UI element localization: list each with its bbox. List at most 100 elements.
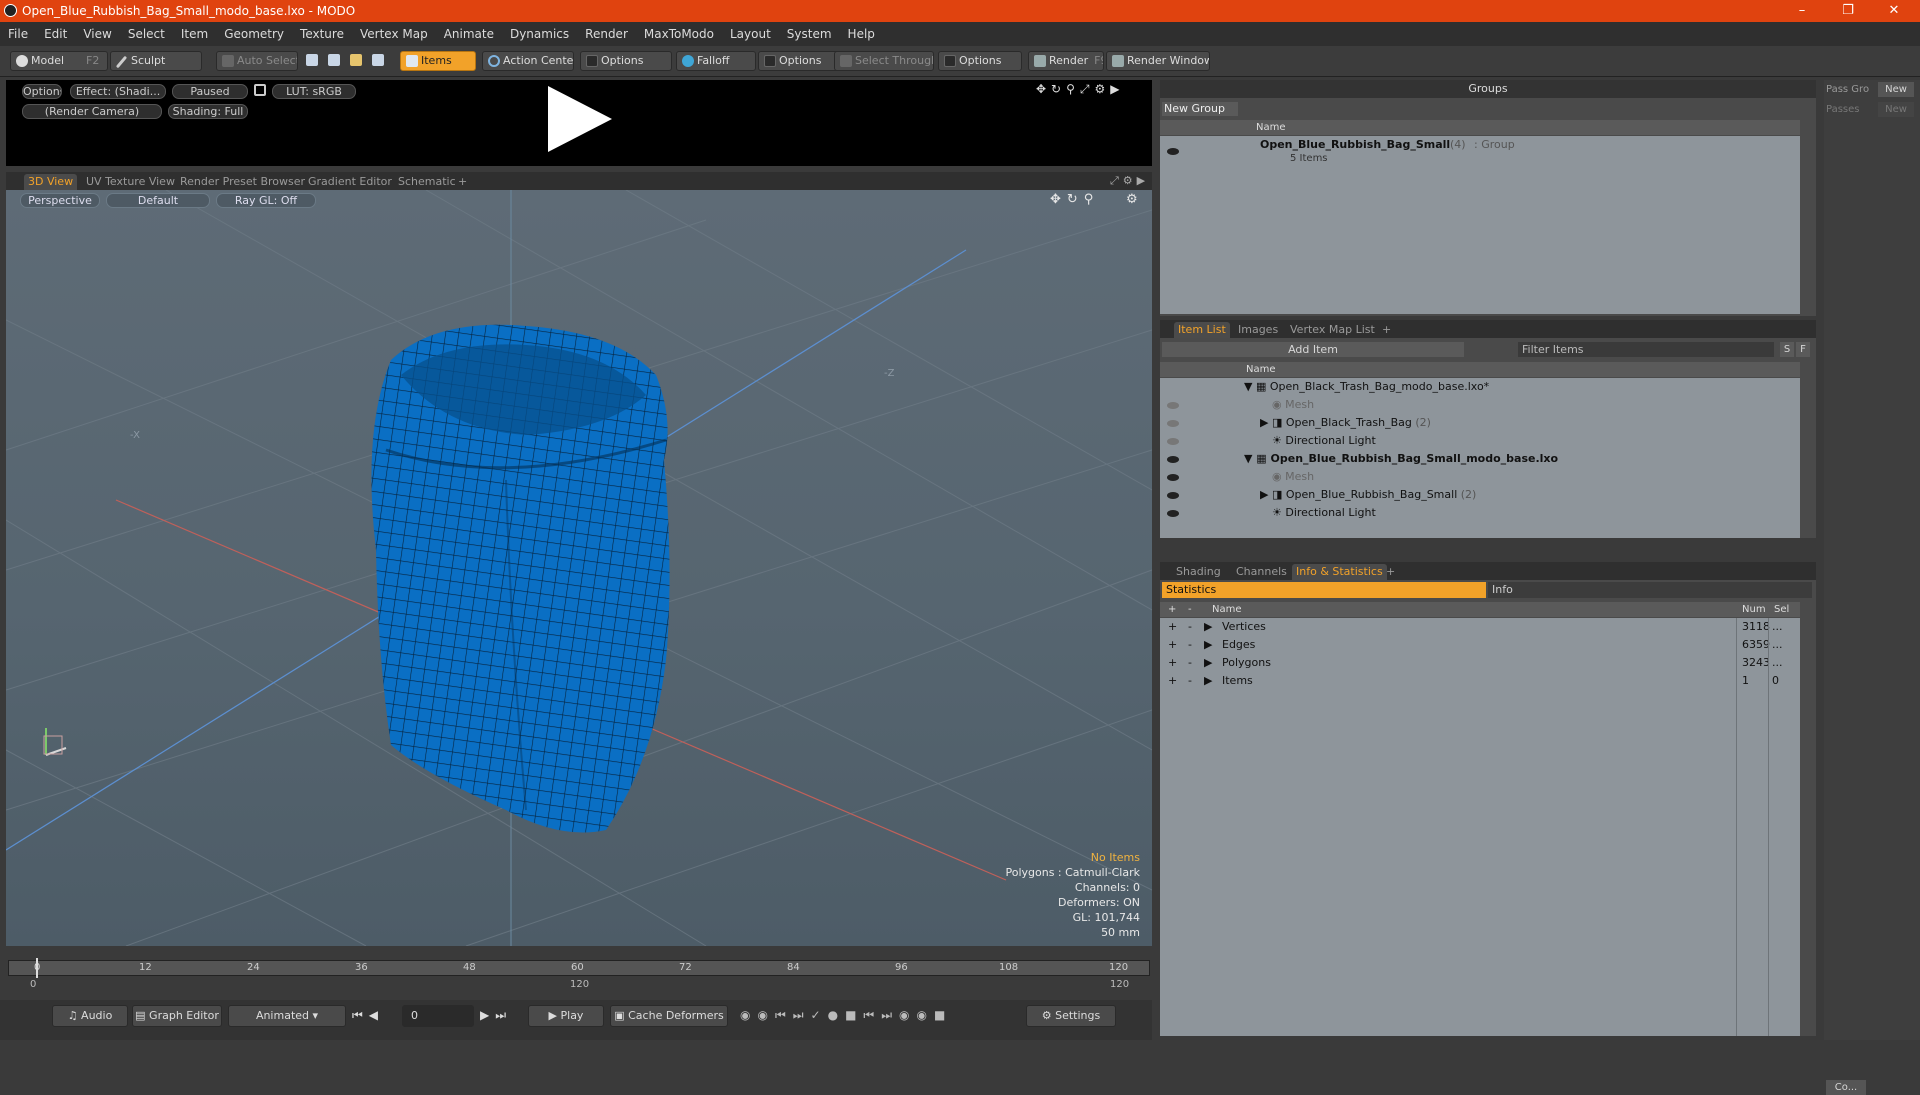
stats-row-polygons[interactable]: + - ▶ Polygons 3243... xyxy=(1160,654,1800,672)
visibility-eye-icon[interactable] xyxy=(1166,436,1180,446)
viewport-settings-icon[interactable]: ⚙ xyxy=(1126,192,1138,207)
menu-texture[interactable]: Texture xyxy=(292,22,352,46)
expand-arrow-icon[interactable]: ▶ xyxy=(1204,618,1212,636)
restore-icon[interactable]: ❐ xyxy=(1826,0,1870,22)
tab-info-statistics[interactable]: Info & Statistics xyxy=(1292,564,1387,580)
frame-back-controls[interactable]: ⏮◀ xyxy=(352,1008,384,1023)
play-icon[interactable] xyxy=(548,86,612,152)
menu-animate[interactable]: Animate xyxy=(436,22,502,46)
sculpt-mode-button[interactable]: Sculpt xyxy=(110,51,202,71)
expand-arrow-icon[interactable]: ▶ xyxy=(1204,654,1212,672)
expand-arrow-icon[interactable]: ▶ xyxy=(1204,636,1212,654)
preview-view-controls[interactable]: ✥↻⚲⤢⚙▶ xyxy=(1036,82,1140,96)
tree-row-light-black[interactable]: ☀ Directional Light xyxy=(1272,432,1376,450)
play-button[interactable]: ▶ Play xyxy=(528,1005,604,1027)
menu-layout[interactable]: Layout xyxy=(722,22,779,46)
tree-row-mesh-blue[interactable]: ◉ Mesh xyxy=(1272,468,1314,486)
menu-dynamics[interactable]: Dynamics xyxy=(502,22,577,46)
settings-button[interactable]: ⚙ Settings xyxy=(1026,1005,1116,1027)
visibility-eye-icon[interactable] xyxy=(1166,146,1180,156)
3d-viewport[interactable]: Perspective Default Ray GL: Off ✥↻⚲ ⚙ -X… xyxy=(6,190,1152,946)
tree-row-group-blue[interactable]: ▶ ◨ Open_Blue_Rubbish_Bag_Small (2) xyxy=(1260,486,1476,504)
add-tab-button[interactable]: + xyxy=(1382,564,1399,580)
render-button[interactable]: RenderF9 xyxy=(1028,51,1104,71)
action-center-button[interactable]: Action Center xyxy=(482,51,574,71)
s-toggle[interactable]: S xyxy=(1780,342,1794,357)
auto-select-button[interactable]: Auto Select xyxy=(216,51,298,71)
info-tab[interactable]: Info xyxy=(1488,582,1812,598)
menu-select[interactable]: Select xyxy=(120,22,173,46)
new-group-button[interactable]: New Group xyxy=(1162,102,1238,116)
tab-images[interactable]: Images xyxy=(1234,322,1282,338)
new-pass-button[interactable]: New xyxy=(1878,102,1914,117)
animation-key-controls[interactable]: ◉◉⏮⏭✓●■⏮⏭◉◉■ xyxy=(740,1008,952,1023)
preview-options-button[interactable]: Options xyxy=(22,84,62,99)
visibility-eye-icon[interactable] xyxy=(1166,472,1180,482)
range-mid[interactable]: 120 xyxy=(570,979,589,990)
range-start[interactable]: 0 xyxy=(30,979,36,990)
filter-items-input[interactable]: Filter Items xyxy=(1518,342,1774,357)
range-end[interactable]: 120 xyxy=(1110,979,1129,990)
group-item-name[interactable]: Open_Blue_Rubbish_Bag_Small xyxy=(1260,136,1450,154)
stats-row-edges[interactable]: + - ▶ Edges 6359... xyxy=(1160,636,1800,654)
tree-row-scene-black[interactable]: ▼ ▦ Open_Black_Trash_Bag_modo_base.lxo* xyxy=(1244,378,1489,396)
timeline[interactable]: 0 12 24 36 48 60 72 84 96 108 120 0 120 … xyxy=(6,952,1152,992)
select-through-button[interactable]: Select Through xyxy=(834,51,934,71)
menu-item[interactable]: Item xyxy=(173,22,216,46)
tree-row-mesh-black[interactable]: ◉ Mesh xyxy=(1272,396,1314,414)
default-style-dropdown[interactable]: Default xyxy=(106,193,210,208)
viewport-nav-controls[interactable]: ✥↻⚲ xyxy=(1050,192,1099,207)
cache-deformers-button[interactable]: ▣ Cache Deformers xyxy=(610,1005,728,1027)
visibility-eye-icon[interactable] xyxy=(1166,454,1180,464)
visibility-eye-icon[interactable] xyxy=(1166,508,1180,518)
vertices-mode-icon[interactable] xyxy=(306,54,318,66)
minimize-icon[interactable]: – xyxy=(1780,0,1824,22)
new-pass-group-button[interactable]: New xyxy=(1878,82,1914,97)
visibility-eye-icon[interactable] xyxy=(1166,490,1180,500)
menu-edit[interactable]: Edit xyxy=(36,22,75,46)
raygl-toggle[interactable]: Ray GL: Off xyxy=(216,193,316,208)
rubbish-bag-mesh[interactable] xyxy=(371,324,670,833)
tree-row-scene-blue[interactable]: ▼ ▦ Open_Blue_Rubbish_Bag_Small_modo_bas… xyxy=(1244,450,1558,468)
tab-uv-texture-view[interactable]: UV Texture View xyxy=(82,174,179,190)
menu-vertex-map[interactable]: Vertex Map xyxy=(352,22,436,46)
materials-mode-icon[interactable] xyxy=(372,54,384,66)
tab-render-preset-browser[interactable]: Render Preset Browser xyxy=(176,174,309,190)
tab-vertex-map-list[interactable]: Vertex Map List xyxy=(1286,322,1379,338)
command-field[interactable]: Co... xyxy=(1826,1080,1866,1095)
edges-mode-icon[interactable] xyxy=(328,54,340,66)
tab-3d-view[interactable]: 3D View xyxy=(24,174,78,190)
tab-shading[interactable]: Shading xyxy=(1172,564,1225,580)
animated-dropdown[interactable]: Animated ▾ xyxy=(228,1005,346,1027)
tab-gradient-editor[interactable]: Gradient Editor xyxy=(304,174,396,190)
close-icon[interactable]: ✕ xyxy=(1872,0,1916,22)
perspective-dropdown[interactable]: Perspective xyxy=(20,193,100,208)
audio-button[interactable]: ♫ Audio xyxy=(52,1005,128,1027)
falloff-button[interactable]: Falloff xyxy=(676,51,756,71)
shading-dropdown[interactable]: Shading: Full xyxy=(168,104,248,119)
effect-dropdown[interactable]: Effect: (Shadi... xyxy=(70,84,166,99)
menu-maxtomodo[interactable]: MaxToModo xyxy=(636,22,722,46)
frame-field[interactable]: 0 xyxy=(402,1005,474,1027)
polygons-mode-icon[interactable] xyxy=(350,54,362,66)
menu-view[interactable]: View xyxy=(75,22,119,46)
tree-row-group-black[interactable]: ▶ ◨ Open_Black_Trash_Bag (2) xyxy=(1260,414,1431,432)
tab-channels[interactable]: Channels xyxy=(1232,564,1291,580)
add-item-dropdown[interactable]: Add Item xyxy=(1162,342,1464,357)
menu-render[interactable]: Render xyxy=(577,22,636,46)
render-window-button[interactable]: Render Window xyxy=(1106,51,1210,71)
expand-arrow-icon[interactable]: ▶ xyxy=(1204,672,1212,690)
add-tab-button[interactable]: + xyxy=(1378,322,1395,338)
menu-help[interactable]: Help xyxy=(840,22,883,46)
menu-system[interactable]: System xyxy=(779,22,840,46)
menu-file[interactable]: File xyxy=(0,22,36,46)
paused-toggle[interactable]: Paused xyxy=(172,84,248,99)
select-through-options-button[interactable]: Options xyxy=(938,51,1022,71)
menu-geometry[interactable]: Geometry xyxy=(216,22,292,46)
tab-schematic[interactable]: Schematic xyxy=(394,174,460,190)
camera-dropdown[interactable]: (Render Camera) xyxy=(22,104,162,119)
lut-dropdown[interactable]: LUT: sRGB xyxy=(272,84,356,99)
tab-item-list[interactable]: Item List xyxy=(1174,322,1230,338)
viewport-tab-controls[interactable]: ⤢⚙▶ xyxy=(1110,174,1149,188)
visibility-eye-icon[interactable] xyxy=(1166,418,1180,428)
